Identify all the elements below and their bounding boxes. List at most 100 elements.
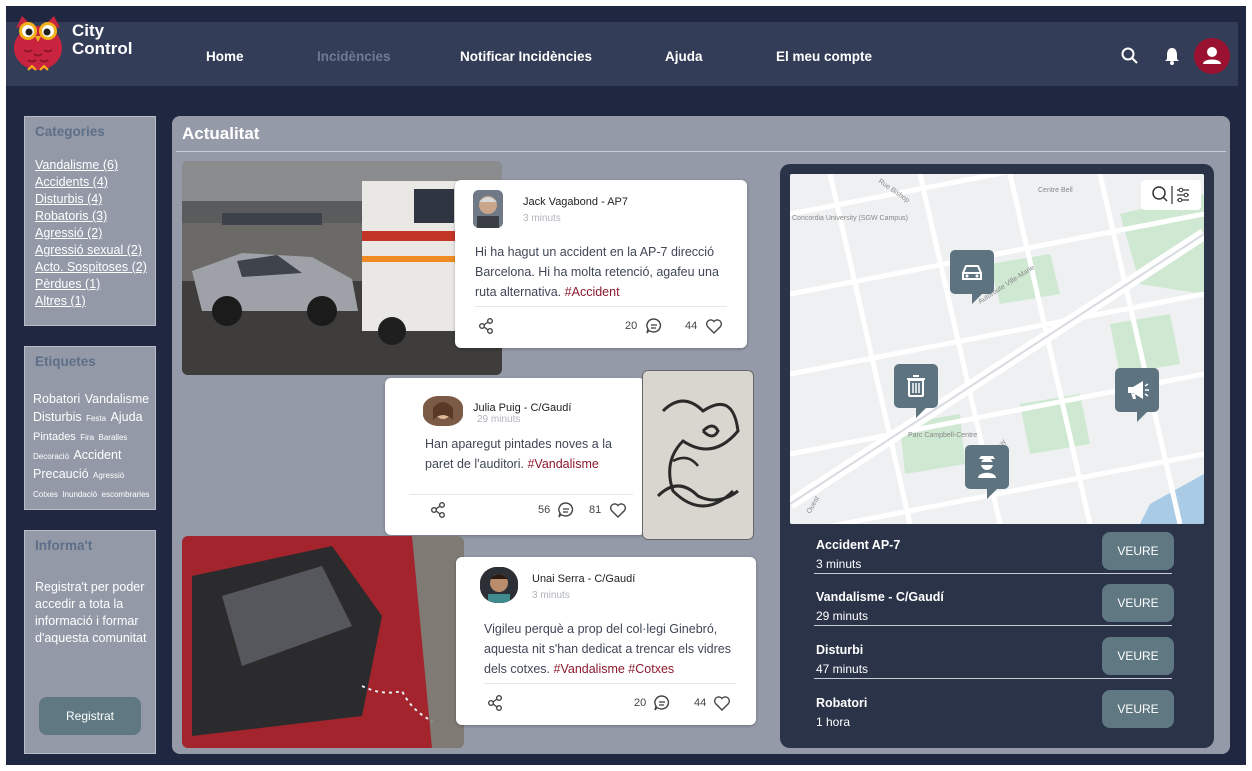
like-count: 81: [589, 504, 602, 516]
bell-icon[interactable]: [1162, 46, 1182, 66]
post-card: Unai Serra - C/Gaudí 3 minuts Vigileu pe…: [456, 557, 756, 725]
tag[interactable]: escombraries: [102, 490, 150, 499]
heart-icon[interactable]: [609, 501, 627, 519]
heart-icon[interactable]: [705, 317, 723, 335]
category-link[interactable]: Agressió (2): [35, 225, 147, 242]
brand-name[interactable]: City Control: [72, 22, 132, 58]
incident-title: Robatori: [816, 696, 868, 710]
incident-divider: [814, 573, 1172, 574]
page-title: Actualitat: [182, 124, 260, 143]
post-time: 29 minuts: [477, 414, 521, 425]
search-icon[interactable]: [1120, 46, 1140, 66]
register-button[interactable]: Registrat: [39, 697, 141, 735]
thief-icon[interactable]: [965, 445, 1009, 499]
tags-title: Etiquetes: [35, 354, 96, 369]
broken-window-photo[interactable]: [182, 536, 464, 748]
comment-icon[interactable]: [653, 694, 671, 712]
tag[interactable]: Festa: [86, 414, 106, 423]
graffiti-photo[interactable]: [642, 370, 754, 540]
post-hashtags[interactable]: #Accident: [565, 285, 620, 299]
category-link[interactable]: Altres (1): [35, 293, 147, 310]
tag[interactable]: Fira: [80, 433, 94, 442]
tag[interactable]: Cotxes: [33, 490, 58, 499]
post-author[interactable]: Unai Serra - C/Gaudí: [532, 573, 635, 585]
author-avatar[interactable]: [473, 190, 503, 228]
tag[interactable]: Accident: [73, 448, 121, 462]
info-text: Registra't per poder accedir a tota la i…: [35, 580, 147, 645]
nav-incidencies[interactable]: Incidències: [317, 49, 391, 64]
trash-glyph: [907, 375, 925, 397]
category-link[interactable]: Acto. Sospitoses (2): [35, 259, 147, 276]
category-link[interactable]: Agressió sexual (2): [35, 242, 147, 259]
tag[interactable]: Inundació: [62, 490, 97, 499]
tag[interactable]: Robatori: [33, 392, 80, 406]
tag[interactable]: Vandalisme: [85, 392, 149, 406]
tag[interactable]: Precaució: [33, 467, 89, 481]
tag-cloud: Robatori Vandalisme Disturbis Festa Ajud…: [33, 390, 155, 503]
info-title: Informa't: [35, 538, 93, 553]
accident-photo[interactable]: [182, 161, 502, 375]
incident-row: Disturbi 47 minuts VEURE: [780, 633, 1214, 685]
incident-divider: [814, 625, 1172, 626]
tag[interactable]: Ajuda: [111, 410, 143, 424]
megaphone-icon[interactable]: [1115, 368, 1159, 422]
post-hashtags[interactable]: #Vandalisme #Cotxes: [554, 662, 675, 676]
share-icon[interactable]: [486, 694, 504, 712]
author-name: Julia Puig: [473, 402, 521, 414]
author-name: Jack Vagabond: [523, 196, 599, 208]
post-hashtags[interactable]: #Vandalisme: [527, 457, 598, 471]
categories-title: Categories: [35, 124, 105, 139]
tag[interactable]: Disturbis: [33, 410, 82, 424]
share-icon[interactable]: [477, 317, 495, 335]
accident-image: [182, 161, 502, 375]
top-navigation-bar: [6, 22, 1238, 86]
share-icon[interactable]: [429, 501, 447, 519]
incident-time: 1 hora: [816, 715, 851, 729]
megaphone-glyph: [1128, 381, 1149, 399]
author-location: C/Gaudí: [594, 573, 636, 585]
category-link[interactable]: Vandalisme (6): [35, 157, 147, 174]
user-avatar[interactable]: [1194, 38, 1230, 74]
comment-icon[interactable]: [557, 501, 575, 519]
nav-home[interactable]: Home: [206, 49, 244, 64]
comment-icon[interactable]: [645, 317, 663, 335]
post-author[interactable]: Julia Puig - C/Gaudí: [473, 402, 571, 414]
post-author[interactable]: Jack Vagabond - AP7: [523, 196, 628, 208]
view-incident-button[interactable]: VEURE: [1102, 637, 1174, 675]
person-photo-icon: [480, 567, 518, 603]
author-avatar[interactable]: [423, 396, 463, 426]
category-link[interactable]: Pèrdues (1): [35, 276, 147, 293]
heart-icon[interactable]: [713, 694, 731, 712]
comment-count: 56: [538, 504, 551, 516]
tag[interactable]: Agressió: [93, 471, 124, 480]
nav-el-meu-compte[interactable]: El meu compte: [776, 49, 872, 64]
author-name: Unai Serra: [532, 573, 585, 585]
post-text: Han aparegut pintades noves a la paret d…: [425, 434, 631, 474]
incident-map[interactable]: Centre Bell Concordia University (SGW Ca…: [790, 174, 1204, 524]
brand-line-2: Control: [72, 39, 133, 58]
nav-ajuda[interactable]: Ajuda: [665, 49, 703, 64]
category-link[interactable]: Disturbis (4): [35, 191, 147, 208]
nav-notificar-incidencies[interactable]: Notificar Incidències: [460, 49, 592, 64]
view-incident-button[interactable]: VEURE: [1102, 584, 1174, 622]
tag[interactable]: Decoració: [33, 452, 69, 461]
author-location: C/Gaudí: [530, 402, 572, 414]
post-card: Jack Vagabond - AP7 3 minuts Hi ha hagut…: [455, 180, 747, 348]
owl-logo-icon[interactable]: [12, 14, 64, 72]
car-icon[interactable]: [950, 250, 994, 304]
categories-list: Vandalisme (6) Accidents (4) Disturbis (…: [35, 157, 147, 310]
incident-time: 29 minuts: [816, 609, 869, 623]
category-link[interactable]: Robatoris (3): [35, 208, 147, 225]
category-link[interactable]: Accidents (4): [35, 174, 147, 191]
search-filter-icon: [1152, 186, 1189, 204]
trash-icon[interactable]: [894, 364, 938, 418]
map-search-filter[interactable]: [1141, 180, 1201, 210]
view-incident-button[interactable]: VEURE: [1102, 690, 1174, 728]
tag[interactable]: Pintades: [33, 431, 76, 443]
tag[interactable]: Baralles: [99, 433, 128, 442]
categories-panel: Categories Vandalisme (6) Accidents (4) …: [24, 116, 156, 326]
author-location: AP7: [607, 196, 628, 208]
author-avatar[interactable]: [480, 567, 518, 603]
view-incident-button[interactable]: VEURE: [1102, 532, 1174, 570]
post-text: Hi ha hagut un accident en la AP-7 direc…: [475, 242, 733, 302]
